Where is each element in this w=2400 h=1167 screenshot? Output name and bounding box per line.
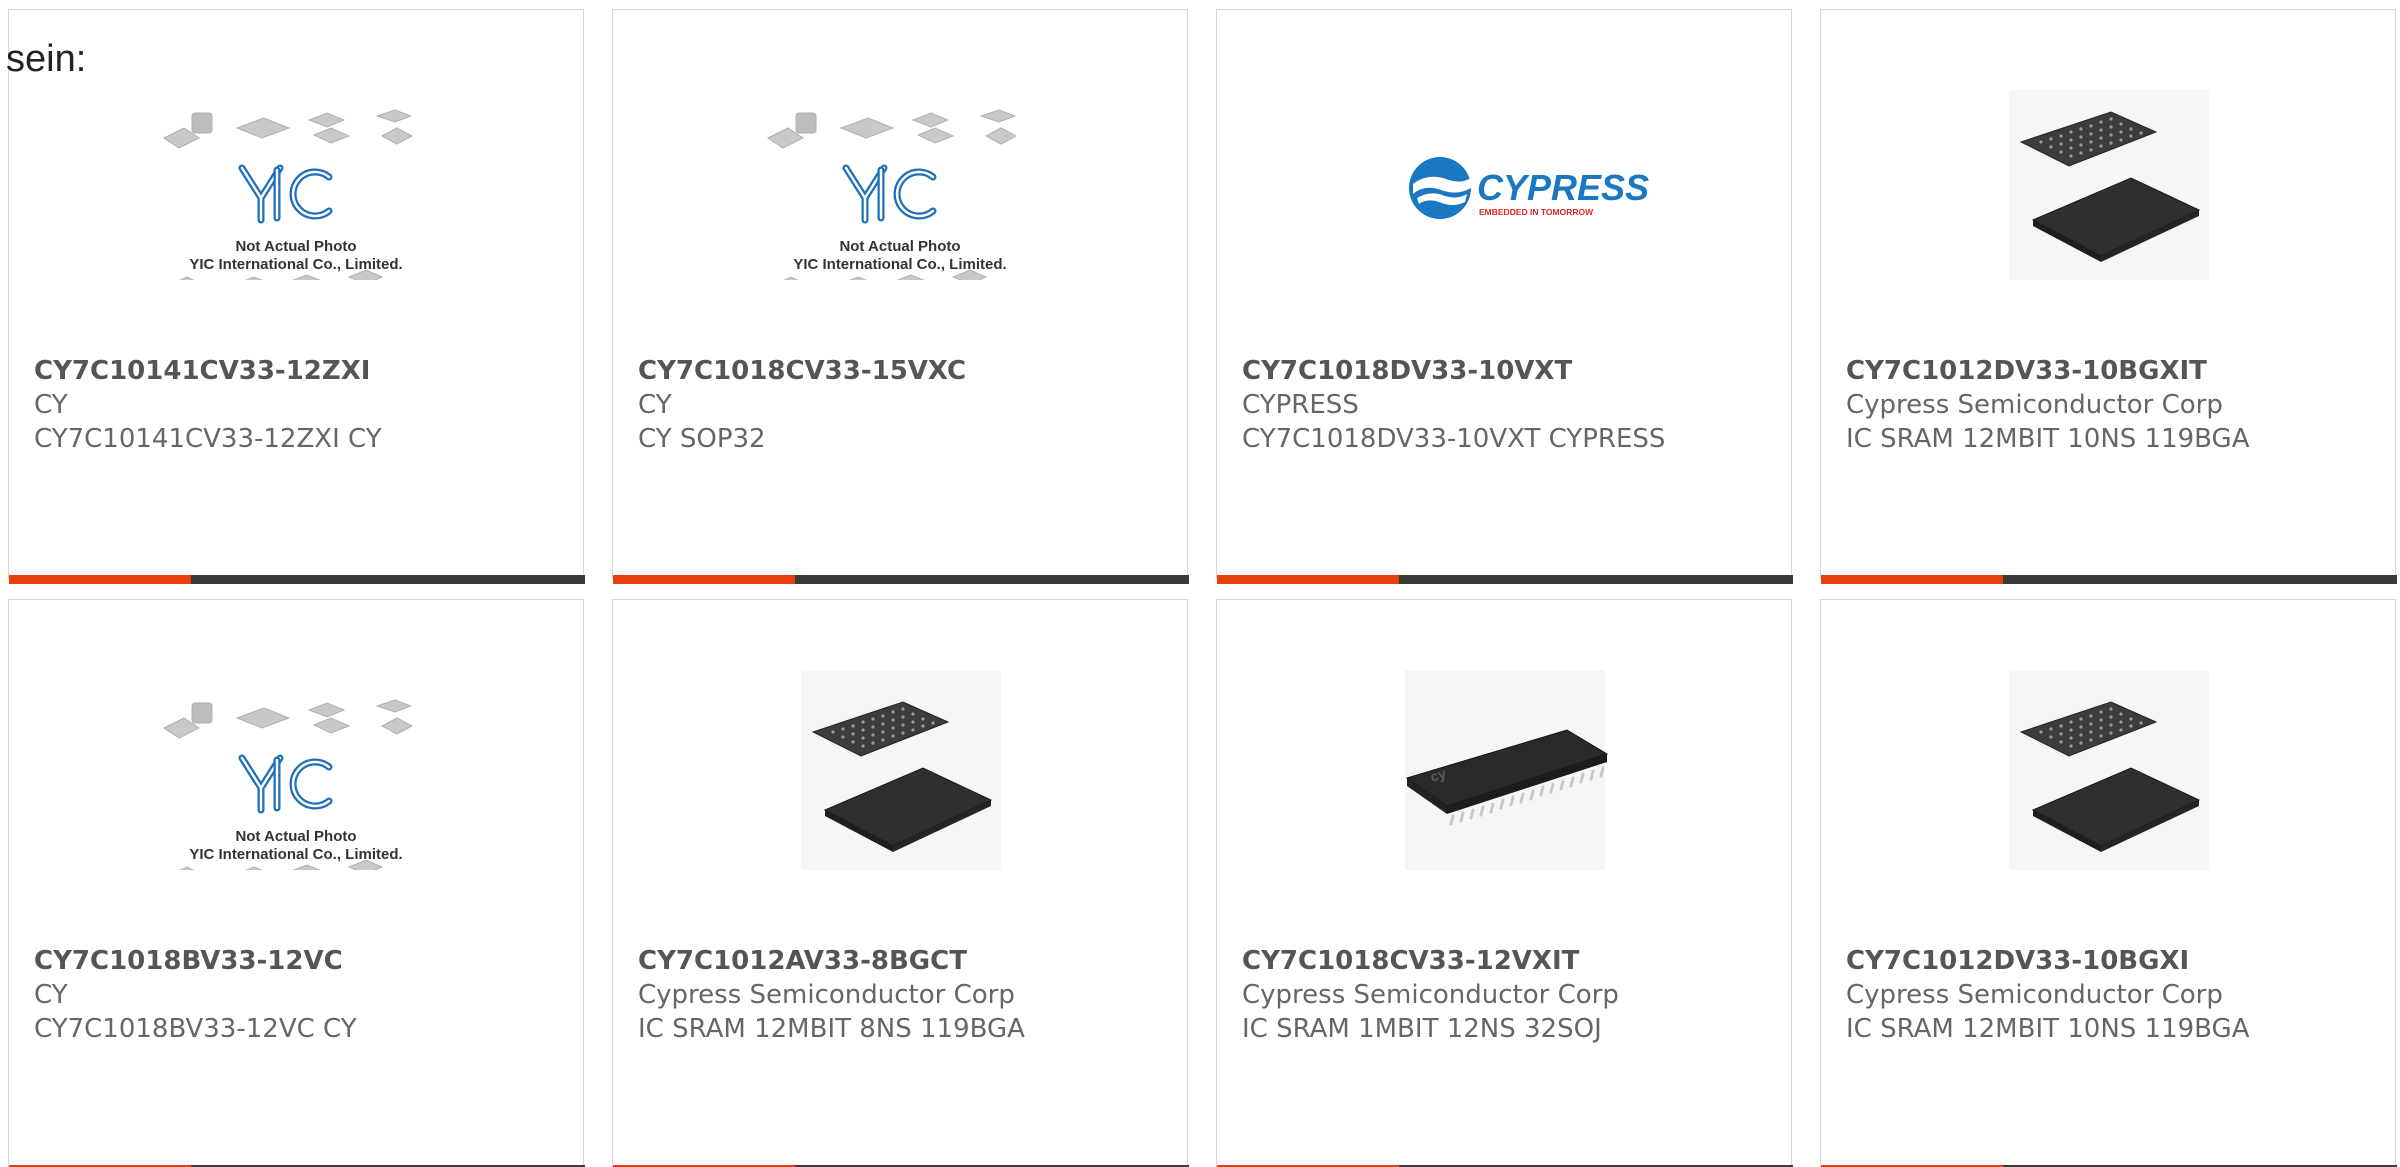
svg-text:YIC International Co., Limited: YIC International Co., Limited. <box>189 256 402 273</box>
product-card[interactable]: Not Actual Photo YIC International Co., … <box>612 9 1189 584</box>
product-description: CY7C10141CV33-12ZXI CY <box>34 424 382 454</box>
heading-fragment: sein: <box>6 38 87 80</box>
product-grid-page: sein: Not Actual Photo YIC International… <box>0 0 2400 1167</box>
svg-text:EMBEDDED IN TOMORROW: EMBEDDED IN TOMORROW <box>1479 207 1594 217</box>
product-description: IC SRAM 1MBIT 12NS 32SOJ <box>1242 1014 1602 1044</box>
product-part-number[interactable]: CY7C1018CV33-12VXIT <box>1242 944 1781 978</box>
card-accent-bar <box>1217 575 1793 584</box>
svg-text:Not Actual Photo: Not Actual Photo <box>235 828 356 845</box>
product-description: IC SRAM 12MBIT 10NS 119BGA <box>1846 1014 2250 1044</box>
product-card[interactable]: Not Actual Photo YIC International Co., … <box>8 9 585 584</box>
product-manufacturer: Cypress Semiconductor Corp <box>1846 390 2223 420</box>
product-part-number[interactable]: CY7C1018BV33-12VC <box>34 944 573 978</box>
product-card[interactable]: cy CY7C1018CV33-12VXIT Cypress Semicondu… <box>1216 599 1793 1167</box>
card-accent-bar <box>613 575 1189 584</box>
product-manufacturer: CY <box>638 390 672 420</box>
yic-logo-icon <box>238 164 333 224</box>
yic-logo-icon <box>238 754 333 814</box>
soj-chip-image: cy <box>1405 670 1609 870</box>
product-part-number[interactable]: CY7C1012AV33-8BGCT <box>638 944 1177 978</box>
cypress-logo-image: CYPRESS EMBEDDED IN TOMORROW <box>1409 157 1649 219</box>
product-manufacturer: CY <box>34 390 68 420</box>
product-card[interactable]: CY7C1012DV33-10BGXIT Cypress Semiconduct… <box>1820 9 2397 584</box>
product-part-number[interactable]: CY7C1012DV33-10BGXI <box>1846 944 2385 978</box>
product-manufacturer: Cypress Semiconductor Corp <box>1846 980 2223 1010</box>
svg-text:Not Actual Photo: Not Actual Photo <box>839 238 960 255</box>
yic-logo-icon <box>842 164 937 224</box>
product-image <box>1821 80 2397 290</box>
yic-placeholder-image: Not Actual Photo YIC International Co., … <box>163 109 414 309</box>
product-image: Not Actual Photo YIC International Co., … <box>613 80 1189 309</box>
product-part-number[interactable]: CY7C10141CV33-12ZXI <box>34 354 573 388</box>
product-description: IC SRAM 12MBIT 8NS 119BGA <box>638 1014 1025 1044</box>
card-accent-bar <box>1821 575 2397 584</box>
yic-placeholder-image: Not Actual Photo YIC International Co., … <box>163 699 414 899</box>
product-manufacturer: Cypress Semiconductor Corp <box>1242 980 1619 1010</box>
product-description: CY7C1018BV33-12VC CY <box>34 1014 357 1044</box>
product-image: cy <box>1217 670 1793 870</box>
product-image: CYPRESS EMBEDDED IN TOMORROW <box>1217 80 1793 280</box>
product-manufacturer: CYPRESS <box>1242 390 1359 420</box>
product-image: Not Actual Photo YIC International Co., … <box>9 80 585 309</box>
product-manufacturer: CY <box>34 980 68 1010</box>
product-part-number[interactable]: CY7C1018CV33-15VXC <box>638 354 1177 388</box>
bga-chip-image <box>2009 90 2209 290</box>
product-part-number[interactable]: CY7C1012DV33-10BGXIT <box>1846 354 2385 388</box>
product-description: CY7C1018DV33-10VXT CYPRESS <box>1242 424 1666 454</box>
product-image <box>1821 670 2397 870</box>
product-description: CY SOP32 <box>638 424 766 454</box>
cypress-logo-icon <box>1409 157 1471 219</box>
bga-chip-image <box>2009 670 2209 870</box>
product-image: Not Actual Photo YIC International Co., … <box>9 670 585 899</box>
product-card[interactable]: Not Actual Photo YIC International Co., … <box>8 599 585 1167</box>
product-card[interactable]: CYPRESS EMBEDDED IN TOMORROW CY7C1018DV3… <box>1216 9 1793 584</box>
product-image <box>613 670 1189 870</box>
product-description: IC SRAM 12MBIT 10NS 119BGA <box>1846 424 2250 454</box>
product-part-number[interactable]: CY7C1018DV33-10VXT <box>1242 354 1781 388</box>
yic-placeholder-image: Not Actual Photo YIC International Co., … <box>767 109 1018 309</box>
product-card[interactable]: CY7C1012DV33-10BGXI Cypress Semiconducto… <box>1820 599 2397 1167</box>
svg-text:YIC International Co., Limited: YIC International Co., Limited. <box>189 846 402 863</box>
svg-text:YIC International Co., Limited: YIC International Co., Limited. <box>793 256 1006 273</box>
card-accent-bar <box>9 575 585 584</box>
product-card[interactable]: CY7C1012AV33-8BGCT Cypress Semiconductor… <box>612 599 1189 1167</box>
bga-chip-image <box>801 670 1001 870</box>
svg-text:Not Actual Photo: Not Actual Photo <box>235 238 356 255</box>
product-manufacturer: Cypress Semiconductor Corp <box>638 980 1015 1010</box>
svg-text:CYPRESS: CYPRESS <box>1477 167 1649 208</box>
